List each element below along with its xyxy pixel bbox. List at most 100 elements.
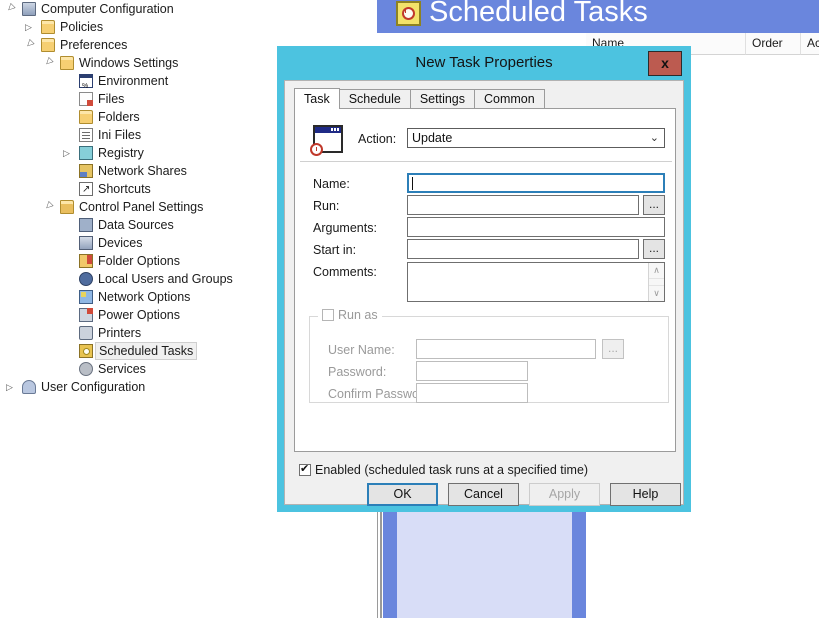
run-browse-button[interactable]: ... xyxy=(643,195,665,215)
arguments-input[interactable] xyxy=(407,217,665,237)
cancel-button[interactable]: Cancel xyxy=(448,483,519,506)
tab-strip[interactable]: Task Schedule Settings Common xyxy=(294,88,545,109)
devices-icon xyxy=(79,236,93,250)
collapse-arrow-icon[interactable]: ▷ xyxy=(4,2,17,15)
network-shares-icon xyxy=(79,164,93,178)
tree-item-label: Environment xyxy=(98,74,169,88)
expand-arrow-icon[interactable]: ▷ xyxy=(25,22,34,32)
comments-scrollbar[interactable]: ∧ ∨ xyxy=(648,263,664,301)
folder-icon xyxy=(41,20,55,34)
power-options-icon xyxy=(79,308,93,322)
action-label: Action: xyxy=(358,132,397,146)
data-sources-icon xyxy=(79,218,93,232)
collapse-arrow-icon[interactable]: ▷ xyxy=(42,56,55,69)
tab-task[interactable]: Task xyxy=(294,88,340,109)
password-label: Password: xyxy=(328,365,387,379)
tree-item-label: Computer Configuration xyxy=(41,2,174,16)
name-input[interactable] xyxy=(407,173,665,193)
printers-icon xyxy=(79,326,93,340)
shortcuts-icon xyxy=(79,181,93,199)
tree-item-label: Shortcuts xyxy=(98,182,151,196)
user-name-browse-button[interactable]: ... xyxy=(602,339,624,359)
computer-icon xyxy=(22,2,36,16)
column-header-action[interactable]: Action xyxy=(801,33,819,55)
run-as-legend: Run as xyxy=(318,308,382,324)
run-input[interactable] xyxy=(407,195,639,215)
password-input[interactable] xyxy=(416,361,528,381)
tree-item-label: Windows Settings xyxy=(79,56,179,70)
control-panel-folder-icon xyxy=(60,200,74,214)
tab-common[interactable]: Common xyxy=(474,89,545,108)
tree-item-label: Files xyxy=(98,92,125,106)
dialog-body: Task Schedule Settings Common Action: Up… xyxy=(284,80,684,506)
local-users-groups-icon xyxy=(79,272,93,286)
start-in-input[interactable] xyxy=(407,239,639,259)
tree-item-label: Folders xyxy=(98,110,140,124)
dialog-title: New Task Properties xyxy=(415,54,553,71)
scheduled-tasks-icon xyxy=(79,344,93,358)
tab-schedule[interactable]: Schedule xyxy=(338,89,411,108)
close-icon[interactable]: x xyxy=(648,51,682,76)
help-button[interactable]: Help xyxy=(610,483,681,506)
registry-icon xyxy=(79,146,93,160)
tree-item-label: Network Options xyxy=(98,290,191,304)
tree-item-label: Policies xyxy=(60,20,104,34)
tree-item-label: Services xyxy=(98,362,146,376)
tree-item-label: Preferences xyxy=(60,38,128,52)
screen: Scheduled Tasks Name Order Action ▷Compu… xyxy=(0,0,819,618)
column-header-order[interactable]: Order xyxy=(746,33,801,55)
tree-item-label: Control Panel Settings xyxy=(79,200,204,214)
user-name-input[interactable] xyxy=(416,339,596,359)
tree-item-computer-configuration[interactable]: ▷ Computer Configuration xyxy=(0,0,377,18)
apply-button: Apply xyxy=(529,483,600,506)
run-as-checkbox[interactable] xyxy=(322,309,334,321)
scheduled-task-action-icon xyxy=(310,125,343,156)
enabled-row[interactable]: Enabled (scheduled task runs at a specif… xyxy=(299,462,589,477)
chevron-down-icon: ⌄ xyxy=(649,132,659,144)
tree-item-label: Power Options xyxy=(98,308,180,322)
folder-icon xyxy=(60,56,74,70)
confirm-password-input[interactable] xyxy=(416,383,528,403)
new-task-properties-dialog: New Task Properties x Task Schedule Sett… xyxy=(277,46,691,512)
tree-item-policies[interactable]: ▷ Policies xyxy=(0,18,377,36)
comments-textarea[interactable]: ∧ ∨ xyxy=(407,262,665,302)
tree-item-label: Scheduled Tasks xyxy=(95,342,198,360)
enabled-label: Enabled (scheduled task runs at a specif… xyxy=(315,463,589,477)
section-divider xyxy=(300,161,672,162)
task-tab-page: Action: Update ⌄ Name: Run: ... Argument… xyxy=(294,108,676,452)
collapse-arrow-icon[interactable]: ▷ xyxy=(23,38,36,51)
start-in-browse-button[interactable]: ... xyxy=(643,239,665,259)
tab-settings[interactable]: Settings xyxy=(409,89,475,108)
start-in-label: Start in: xyxy=(313,243,357,257)
user-icon xyxy=(22,380,36,394)
expand-arrow-icon[interactable]: ▷ xyxy=(6,382,15,392)
collapse-arrow-icon[interactable]: ▷ xyxy=(42,200,55,213)
network-options-icon xyxy=(79,290,93,304)
tree-item-label: Network Shares xyxy=(98,164,187,178)
console-header-banner: Scheduled Tasks xyxy=(377,0,819,33)
tree-item-label: Registry xyxy=(98,146,144,160)
arguments-label: Arguments: xyxy=(313,221,377,235)
run-label: Run: xyxy=(313,199,340,213)
folder-options-icon xyxy=(79,254,93,268)
scheduled-tasks-banner-icon xyxy=(396,1,421,26)
enabled-checkbox[interactable] xyxy=(299,462,311,476)
environment-icon xyxy=(79,74,93,96)
files-icon xyxy=(79,92,93,106)
action-select-value: Update xyxy=(412,131,453,145)
run-as-group: Run as User Name: ... Password: Confirm … xyxy=(309,308,669,403)
folder-icon xyxy=(41,38,55,52)
tree-item-label: Folder Options xyxy=(98,254,180,268)
expand-arrow-icon[interactable]: ▷ xyxy=(63,148,72,158)
folders-icon xyxy=(79,110,93,124)
user-name-label: User Name: xyxy=(328,343,395,357)
scroll-down-icon[interactable]: ∨ xyxy=(649,285,664,301)
action-select[interactable]: Update ⌄ xyxy=(407,128,665,148)
tree-item-label: Data Sources xyxy=(98,218,174,232)
run-as-label: Run as xyxy=(338,308,378,322)
tree-item-label: Local Users and Groups xyxy=(98,272,233,286)
scroll-up-icon[interactable]: ∧ xyxy=(649,263,664,279)
tree-item-label: User Configuration xyxy=(41,380,146,394)
tree-item-label: Ini Files xyxy=(98,128,142,142)
ok-button[interactable]: OK xyxy=(367,483,438,506)
